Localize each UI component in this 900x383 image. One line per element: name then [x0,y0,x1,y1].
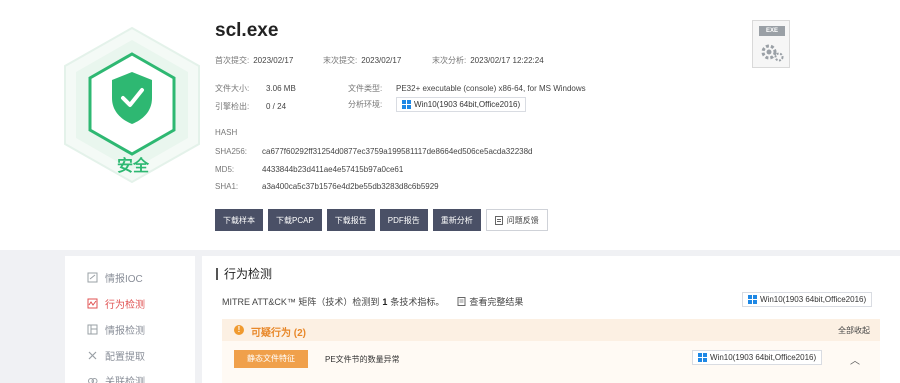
reanalyze-button[interactable]: 重新分析 [432,209,481,231]
last-analysis: 末次分析: 2023/02/17 12:22:24 [432,56,544,65]
collapse-all-link[interactable]: 全部收起 [838,325,870,336]
side-nav: 情报IOC 行为检测 情报检测 配置提取 关联检测 [65,256,195,383]
link-icon [88,378,98,383]
nav-item-config[interactable]: 配置提取 [87,348,145,363]
view-full-results-link[interactable]: 查看完整结果 [457,295,523,308]
windows-icon [698,353,707,362]
intel-icon [87,324,98,335]
nav-item-ioc[interactable]: 情报IOC [87,270,143,285]
behavior-panel: 行为检测 MITRE ATT&CK™ 矩阵（技术）检测到 1 条技术指标。 查看… [202,256,900,383]
warning-icon: ! [234,325,244,335]
behavior-item-text: PE文件节的数量异常 [325,355,400,364]
gear-icon [761,44,784,62]
download-pcap-button[interactable]: 下载PCAP [268,209,322,231]
nav-item-behavior[interactable]: 行为检测 [87,296,145,311]
section-title: 行为检测 [216,268,272,280]
engine-detection: 引擎检出: 0 / 24 [215,102,287,111]
static-feature-tag[interactable]: 静态文件特征 [234,350,308,368]
behavior-env-tag[interactable]: Win10(1903 64bit,Office2016) [742,292,873,307]
env-tag: Win10(1903 64bit,Office2016) [396,97,527,112]
suspicious-behavior-bar[interactable]: ! 可疑行为 (2) 全部收起 [222,319,880,341]
pdf-report-button[interactable]: PDF报告 [379,209,428,231]
exe-file-icon: EXE [752,20,790,68]
file-type: 文件类型: PE32+ executable (console) x86-64, … [348,84,586,93]
nav-item-related[interactable]: 关联检测 [87,373,145,383]
windows-icon [748,295,757,304]
file-size: 文件大小: 3.06 MB [215,84,296,93]
verdict-label: 安全 [116,158,149,175]
item-env-tag[interactable]: Win10(1903 64bit,Office2016) [692,350,823,365]
behavior-icon [87,298,98,309]
file-name: scl.exe [215,20,279,41]
action-buttons: 下载样本 下载PCAP 下载报告 PDF报告 重新分析 问题反馈 [215,209,548,231]
mitre-summary: MITRE ATT&CK™ 矩阵（技术）检测到 1 条技术指标。 查看完整结果 [222,295,524,308]
download-sample-button[interactable]: 下载样本 [215,209,263,231]
analysis-env: 分析环境: Win10(1903 64bit,Office2016) [348,97,527,112]
windows-icon [402,100,411,109]
behavior-item-row: 静态文件特征 PE文件节的数量异常 Win10(1903 64bit,Offic… [222,341,880,383]
hash-heading: HASH [215,128,238,137]
tools-icon [88,351,97,360]
download-report-button[interactable]: 下载报告 [326,209,375,231]
first-submit: 首次提交: 2023/02/17 [215,56,294,65]
sha256-row: SHA256: ca677f60292ff31254d0877ec3759a199… [215,147,533,156]
sha1-row: SHA1: a3a400ca5c37b1576e4d2be55db3283d8c6… [215,182,439,191]
nav-item-intel[interactable]: 情报检测 [87,322,145,337]
md5-row: MD5: 4433844b23d411ae4e57415b97a0ce61 [215,165,404,174]
ioc-icon [87,272,98,283]
feedback-icon [494,215,503,225]
document-icon [457,297,466,306]
feedback-button[interactable]: 问题反馈 [485,209,548,231]
last-submit: 末次提交: 2023/02/17 [323,56,402,65]
file-summary-card: 安全 scl.exe 首次提交: 2023/02/17 末次提交: 2023/02/… [0,0,900,250]
chevron-up-icon[interactable]: ︿ [850,352,860,367]
